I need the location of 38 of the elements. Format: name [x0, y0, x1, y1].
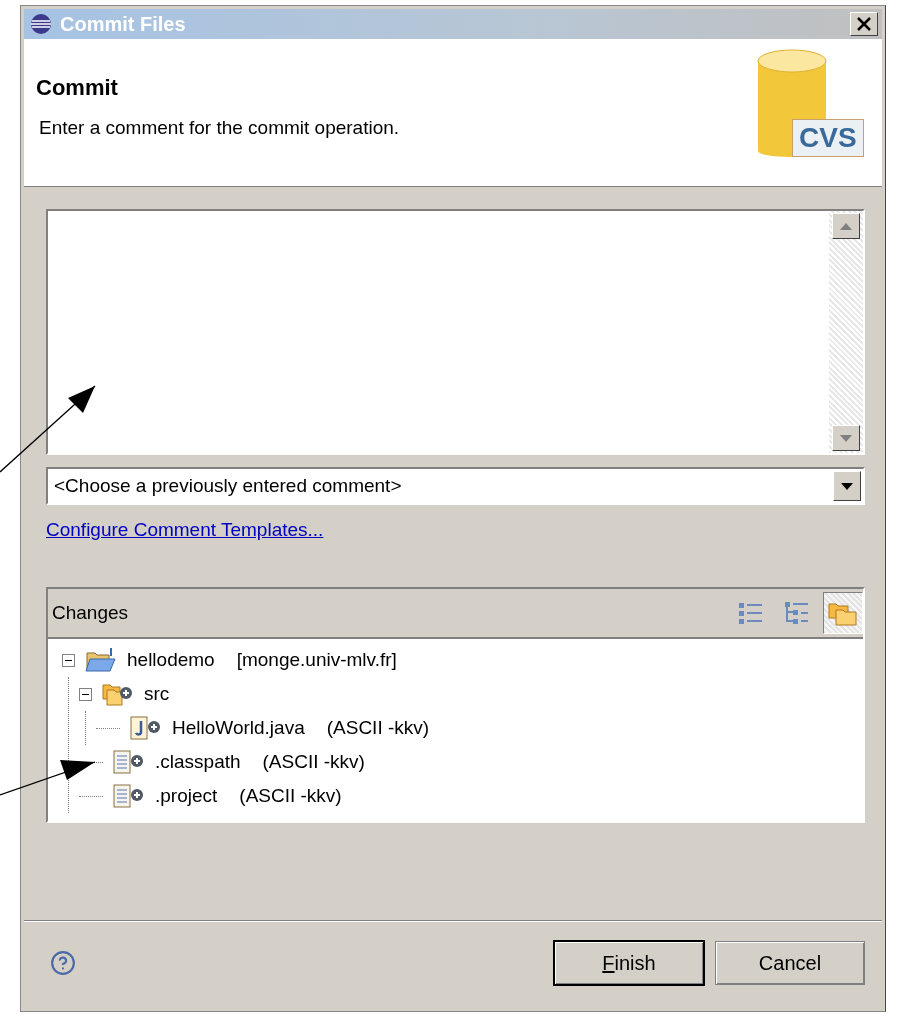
help-icon: [50, 950, 76, 976]
tree-item-name[interactable]: HelloWorld.java: [172, 717, 305, 739]
down-arrow-icon: [840, 434, 852, 442]
close-button[interactable]: [850, 12, 878, 36]
dropdown-arrow-icon: [841, 482, 853, 490]
tree-item-detail: (ASCII -kkv): [239, 785, 342, 807]
flat-list-icon: [738, 601, 764, 625]
collapse-toggle[interactable]: [62, 653, 75, 667]
folder-icon: [102, 681, 134, 707]
scroll-down-button[interactable]: [832, 425, 860, 451]
up-arrow-icon: [840, 222, 852, 230]
tree-item-name[interactable]: .project: [155, 785, 218, 807]
file-icon: [113, 783, 145, 809]
app-icon: [30, 13, 52, 35]
tree-list-icon: [784, 601, 810, 625]
window-title: Commit Files: [60, 12, 187, 36]
tree-item-name[interactable]: .classpath: [155, 751, 241, 773]
comment-field[interactable]: [46, 209, 865, 455]
dialog-button[interactable]: Finish: [553, 940, 705, 986]
open-folder-icon: [85, 647, 117, 673]
tree-item-detail: [monge.univ-mlv.fr]: [236, 649, 397, 671]
collapse-toggle[interactable]: [79, 687, 92, 701]
page-title: Commit: [36, 75, 119, 101]
scroll-up-button[interactable]: [832, 213, 860, 239]
view-mode-button[interactable]: [823, 592, 863, 634]
close-icon: [857, 17, 871, 31]
java-file-icon: [130, 715, 162, 741]
tree-item-detail: (ASCII -kkv): [262, 751, 365, 773]
tree-item-name[interactable]: src: [144, 683, 170, 705]
tree-item-detail: (ASCII -kkv): [326, 717, 430, 739]
logo-label: CVS: [792, 119, 864, 157]
tree-item-name[interactable]: hellodemo: [127, 649, 215, 671]
templates-link[interactable]: Configure Comment Templates...: [46, 519, 324, 541]
page-description: Enter a comment for the commit operation.: [38, 117, 401, 139]
dialog-button[interactable]: Cancel: [715, 941, 865, 985]
panel-title: Changes: [52, 602, 130, 624]
file-icon: [113, 749, 145, 775]
comment-history-dropdown[interactable]: <Choose a previously entered comment>: [46, 467, 865, 505]
